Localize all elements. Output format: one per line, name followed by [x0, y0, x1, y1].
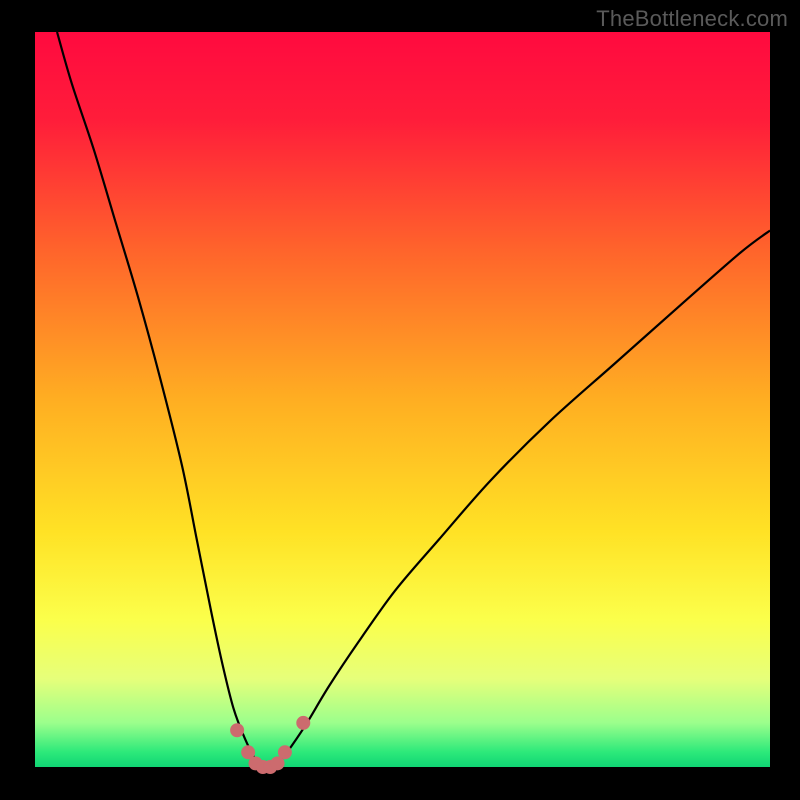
watermark-text: TheBottleneck.com — [596, 6, 788, 32]
plot-background — [35, 32, 770, 767]
dip-markers-6 — [278, 745, 292, 759]
dip-markers-0 — [230, 723, 244, 737]
dip-markers-7 — [296, 716, 310, 730]
bottleneck-chart: TheBottleneck.com — [0, 0, 800, 800]
chart-svg — [0, 0, 800, 800]
